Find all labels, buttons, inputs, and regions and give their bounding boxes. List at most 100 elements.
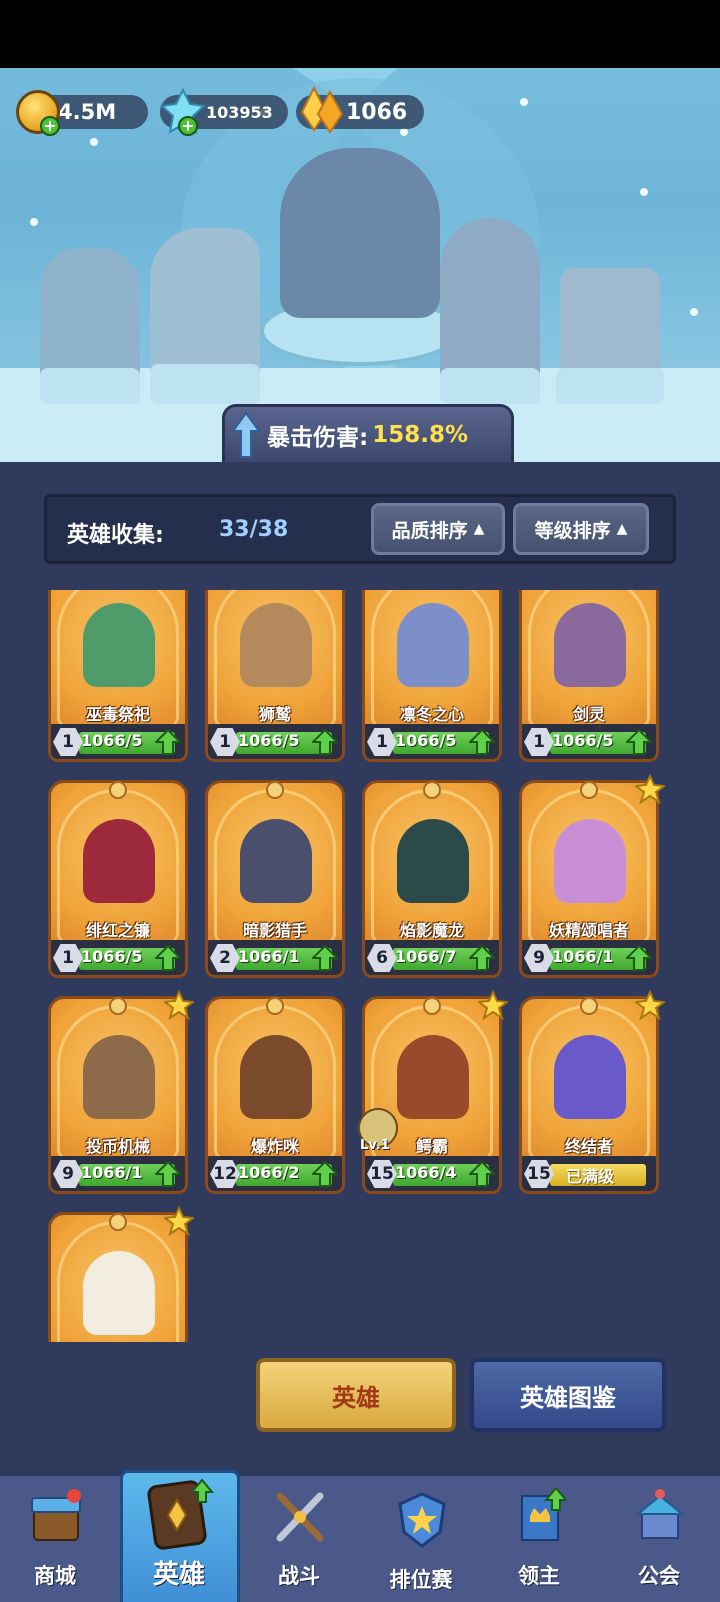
upgrade-arrow-icon xyxy=(626,728,652,755)
hero-portrait xyxy=(83,819,155,903)
hero-card[interactable]: 鳄霸 15 1066/4 Lv.1 xyxy=(358,990,508,1194)
hero-card-frame: 剑灵 xyxy=(519,590,659,742)
sort-level-button[interactable]: 等级排序 ▲ xyxy=(513,503,649,555)
hero-card[interactable]: 圣使 xyxy=(48,1206,194,1342)
nav-lord-label: 领主 xyxy=(518,1564,560,1588)
hero-tab-button[interactable]: 英雄 xyxy=(256,1358,456,1432)
hero-card-frame: 爆炸咪 xyxy=(205,996,345,1174)
card-gem-icon xyxy=(580,997,598,1015)
ranked-icon xyxy=(398,1492,446,1548)
hero-codex-button[interactable]: 英雄图鉴 xyxy=(470,1358,666,1432)
hero-card-icon xyxy=(147,1478,214,1550)
upgrade-arrow-icon xyxy=(469,728,495,755)
hero-level-bar: 6 1066/7 xyxy=(362,940,502,978)
star-icon xyxy=(478,990,508,1020)
upgrade-arrow-icon xyxy=(469,944,495,971)
hero-card-frame: 焰影魔龙 xyxy=(362,780,502,958)
hero-card-frame: 暗影猎手 xyxy=(205,780,345,958)
sort-asc-icon: ▲ xyxy=(616,521,628,537)
hero-portrait xyxy=(397,1035,469,1119)
add-crystal-icon[interactable]: + xyxy=(178,116,198,136)
hero-portrait xyxy=(83,1251,155,1335)
nav-shop-label: 商城 xyxy=(34,1564,76,1588)
guild-icon xyxy=(635,1489,685,1539)
hero-name: 投币机械 xyxy=(85,1137,150,1156)
upgrade-arrow-icon xyxy=(231,411,261,458)
statue-hood xyxy=(440,218,540,388)
hero-level-bar: 15 1066/4 xyxy=(362,1156,502,1194)
hero-level-bar: 1 1066/5 xyxy=(48,724,188,762)
card-gem-icon xyxy=(423,781,441,799)
hero-name: 剑灵 xyxy=(572,705,605,724)
nav-guild-label: 公会 xyxy=(638,1564,680,1588)
hero-codex-label: 英雄图鉴 xyxy=(520,1383,616,1412)
nav-shop[interactable]: 商城 xyxy=(0,1478,110,1594)
hero-card[interactable]: 终结者 15 已满级 xyxy=(519,990,665,1194)
hero-badge-level: Lv.1 xyxy=(360,1138,390,1153)
hero-level-bar: 1 1066/5 xyxy=(205,724,345,762)
hero-card[interactable]: 妖精颂唱者 9 1066/1 xyxy=(519,774,665,978)
crystal-resource[interactable]: 103953 + xyxy=(160,88,288,136)
card-gem-icon xyxy=(109,781,127,799)
hero-level-bar: 12 1066/2 xyxy=(205,1156,345,1194)
hero-card[interactable]: 焰影魔龙 6 1066/7 xyxy=(362,780,502,978)
add-gold-icon[interactable]: + xyxy=(40,116,60,136)
hero-grid: 巫毒祭祀 1 1066/5 狮鹫 1 1066/5 凛冬之心 1 1066/5 剑灵 1 1066/5… xyxy=(48,590,670,1342)
hero-shard-progress: 已满级 xyxy=(566,1167,615,1186)
hero-card[interactable]: 暗影猎手 2 1066/1 xyxy=(205,780,345,978)
statue-dragon xyxy=(280,148,440,318)
hero-portrait xyxy=(554,603,626,687)
nav-battle[interactable]: 战斗 xyxy=(244,1478,354,1594)
collection-label: 英雄收集: xyxy=(67,523,164,548)
hero-card[interactable]: 爆炸咪 12 1066/2 xyxy=(205,996,345,1194)
upgrade-arrow-icon xyxy=(155,1160,181,1187)
hero-card-frame: 妖精颂唱者 xyxy=(519,780,659,958)
star-icon xyxy=(635,774,665,804)
hero-name: 暗影猎手 xyxy=(242,921,307,940)
hero-name: 巫毒祭祀 xyxy=(85,705,150,724)
gem-value: 1066 xyxy=(346,99,408,125)
sort-quality-label: 品质排序 xyxy=(391,519,468,542)
hero-card[interactable]: 凛冬之心 1 1066/5 xyxy=(362,590,502,762)
star-icon xyxy=(635,990,665,1020)
nav-lord[interactable]: 领主 xyxy=(484,1478,594,1594)
upgrade-arrow-icon xyxy=(155,944,181,971)
sort-asc-icon: ▲ xyxy=(473,521,485,537)
hero-card-frame: 投币机械 xyxy=(48,996,188,1174)
nav-ranked-label: 排位赛 xyxy=(389,1568,453,1592)
hero-card[interactable]: 剑灵 1 1066/5 xyxy=(519,590,659,762)
hero-card-frame: 终结者 xyxy=(519,996,659,1174)
hero-card[interactable]: 狮鹫 1 1066/5 xyxy=(205,590,345,762)
hero-portrait xyxy=(83,1035,155,1119)
nav-hero[interactable]: 英雄 xyxy=(124,1474,234,1590)
upgrade-arrow-icon xyxy=(626,944,652,971)
gold-value: 4.5M xyxy=(58,100,117,124)
crystal-value: 103953 xyxy=(206,102,273,122)
hero-card[interactable]: 绯红之镰 1 1066/5 xyxy=(48,780,188,978)
hero-card[interactable]: 巫毒祭祀 1 1066/5 xyxy=(48,590,188,762)
hero-portrait xyxy=(554,1035,626,1119)
hero-portrait xyxy=(397,603,469,687)
battle-icon xyxy=(276,1492,324,1542)
nav-guild[interactable]: 公会 xyxy=(604,1478,714,1594)
hero-level-bar: 9 1066/1 xyxy=(519,940,659,978)
hero-name: 焰影魔龙 xyxy=(399,921,464,940)
upgrade-arrow-icon xyxy=(469,1160,495,1187)
hero-tab-label: 英雄 xyxy=(332,1383,380,1412)
hero-name: 妖精颂唱者 xyxy=(548,921,629,940)
hero-name: 凛冬之心 xyxy=(399,705,464,724)
card-gem-icon xyxy=(109,1213,127,1231)
sort-quality-button[interactable]: 品质排序 ▲ xyxy=(371,503,505,555)
crit-damage-banner: 暴击伤害: 158.8% xyxy=(222,404,514,462)
crit-damage-label: 暴击伤害: xyxy=(267,424,369,451)
status-bar xyxy=(0,0,720,68)
gold-resource[interactable]: 4.5M + xyxy=(16,88,148,136)
upgrade-arrow-icon xyxy=(312,728,338,755)
shop-icon xyxy=(31,1489,81,1541)
nav-ranked[interactable]: 排位赛 xyxy=(366,1482,476,1598)
hero-card[interactable]: 投币机械 9 1066/1 xyxy=(48,990,194,1194)
hero-card-frame: 凛冬之心 xyxy=(362,590,502,742)
nav-battle-label: 战斗 xyxy=(278,1564,320,1588)
collection-count: 33/38 xyxy=(219,517,289,542)
hero-level-bar: 1 1066/5 xyxy=(362,724,502,762)
